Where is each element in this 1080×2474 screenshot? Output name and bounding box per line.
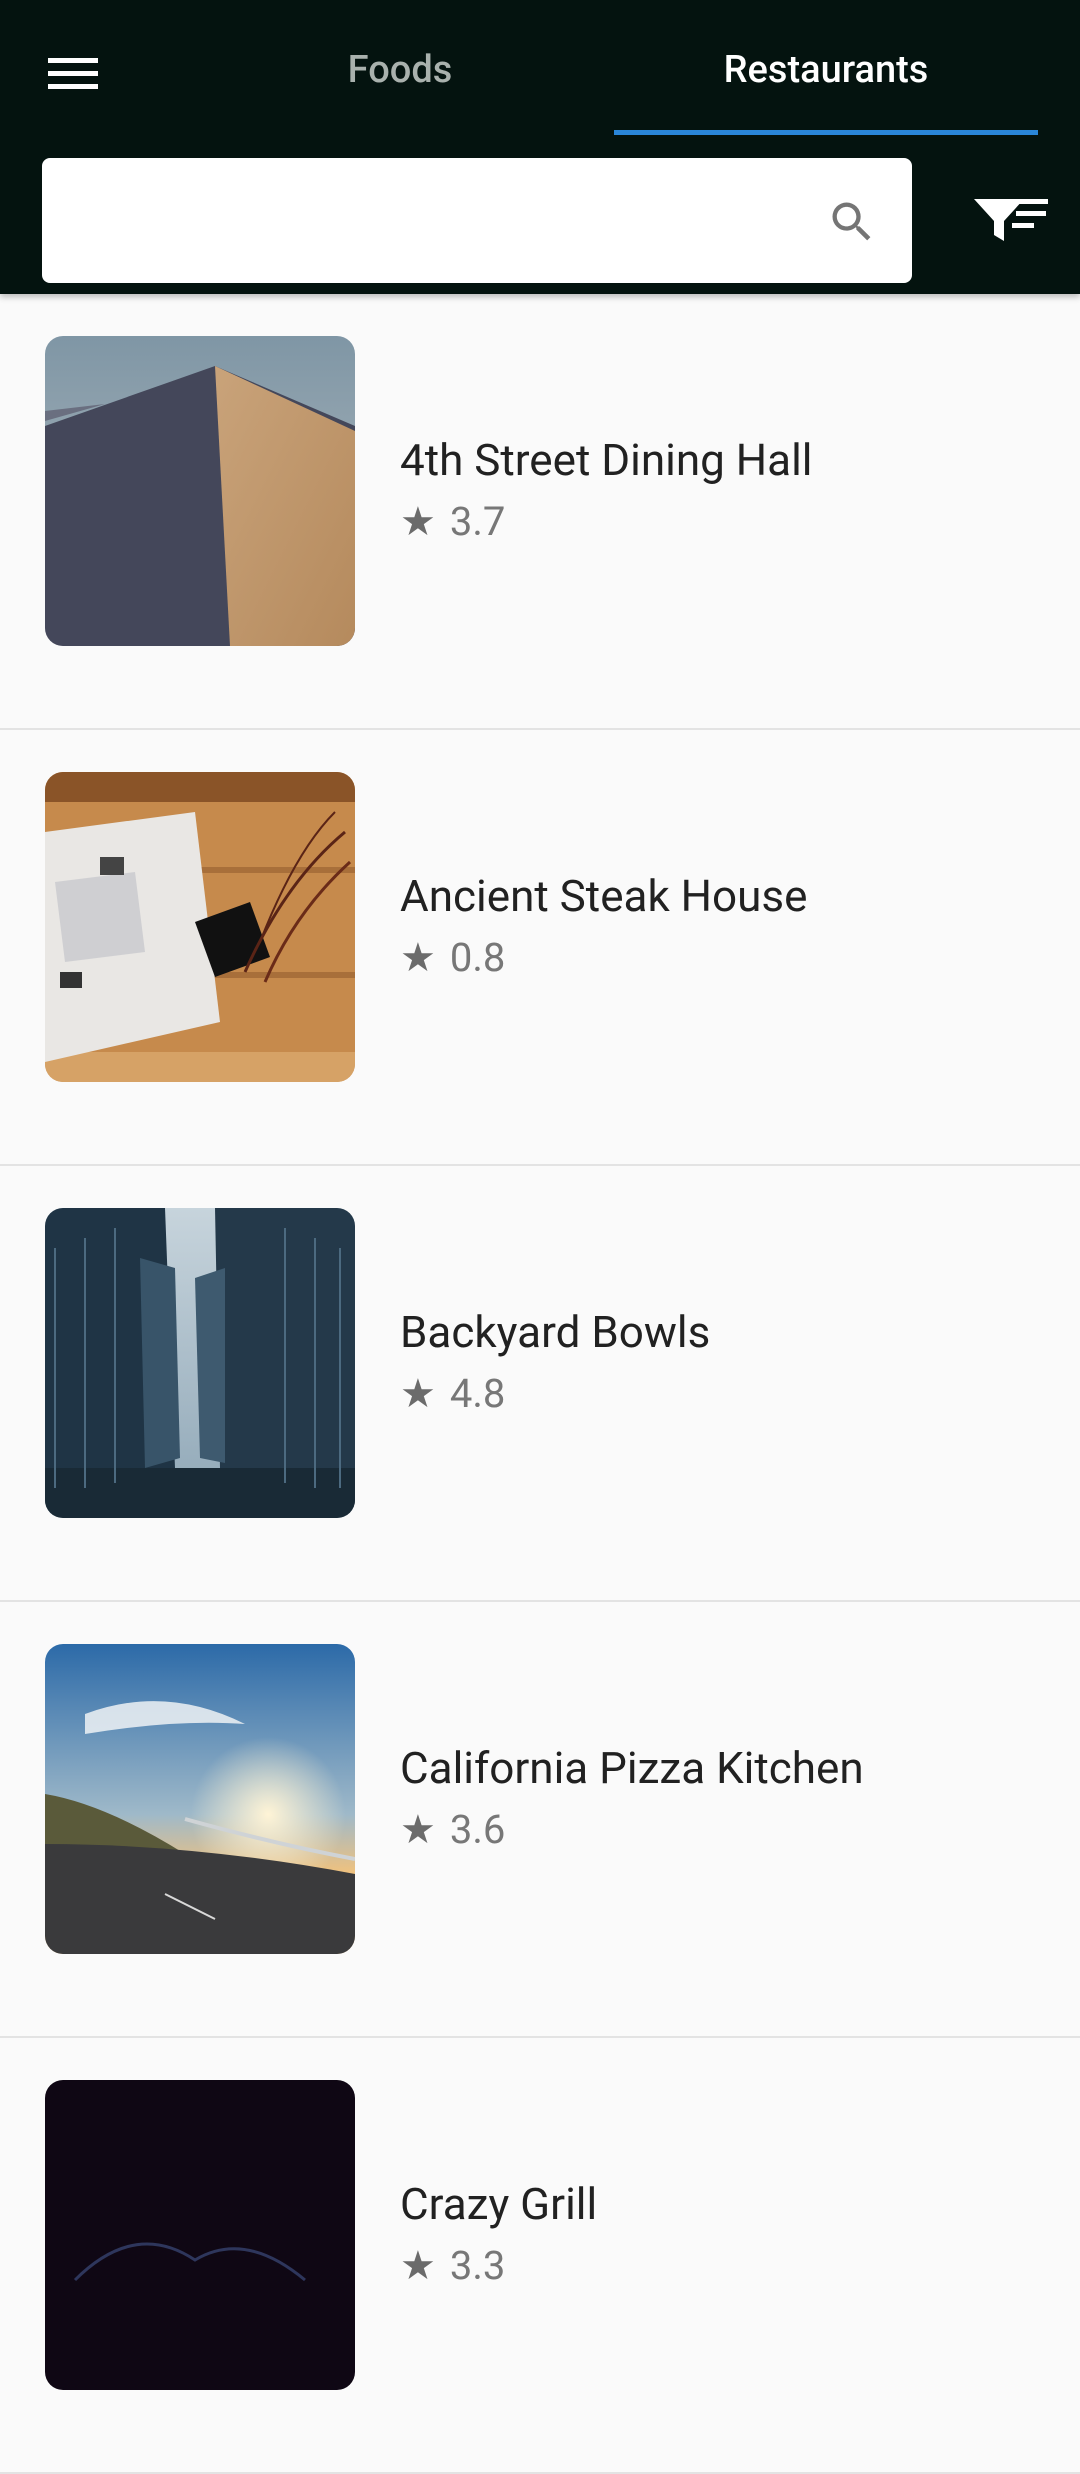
- list-item[interactable]: 4th Street Dining Hall ★ 3.7: [0, 294, 1080, 730]
- rating-value: 3.6: [449, 1806, 506, 1853]
- search-input[interactable]: [66, 158, 826, 283]
- tab-restaurants[interactable]: Restaurants: [614, 0, 1038, 140]
- restaurant-rating: ★ 0.8: [400, 934, 505, 981]
- restaurant-image: [45, 2080, 355, 2390]
- list-item[interactable]: Backyard Bowls ★ 4.8: [0, 1166, 1080, 1602]
- restaurant-name: 4th Street Dining Hall: [400, 434, 813, 486]
- rating-value: 3.3: [449, 2242, 506, 2289]
- rating-value: 0.8: [449, 934, 506, 981]
- star-icon: ★: [400, 498, 436, 545]
- search-box: [42, 158, 912, 283]
- menu-button[interactable]: [30, 38, 116, 110]
- restaurant-image: [45, 1644, 355, 1954]
- restaurant-name: Ancient Steak House: [400, 870, 808, 922]
- star-icon: ★: [400, 1370, 436, 1417]
- filter-button[interactable]: [960, 178, 1060, 262]
- star-icon: ★: [400, 934, 436, 981]
- tab-foods[interactable]: Foods: [190, 0, 610, 140]
- rating-value: 4.8: [449, 1370, 506, 1417]
- active-tab-indicator: [614, 130, 1038, 135]
- restaurant-name: California Pizza Kitchen: [400, 1742, 864, 1794]
- restaurant-name: Crazy Grill: [400, 2178, 598, 2230]
- restaurant-image: [45, 1208, 355, 1518]
- list-item[interactable]: Crazy Grill ★ 3.3: [0, 2038, 1080, 2474]
- restaurant-list: 4th Street Dining Hall ★ 3.7 Ancient Ste…: [0, 294, 1080, 2474]
- restaurant-rating: ★ 4.8: [400, 1370, 505, 1417]
- star-icon: ★: [400, 1806, 436, 1853]
- restaurant-name: Backyard Bowls: [400, 1306, 711, 1358]
- list-item[interactable]: California Pizza Kitchen ★ 3.6: [0, 1602, 1080, 2038]
- list-item[interactable]: Ancient Steak House ★ 0.8: [0, 730, 1080, 1166]
- search-icon[interactable]: [826, 196, 878, 248]
- restaurant-rating: ★ 3.3: [400, 2242, 505, 2289]
- restaurant-image: [45, 772, 355, 1082]
- restaurant-image: [45, 336, 355, 646]
- hamburger-menu-icon: [48, 58, 98, 89]
- rating-value: 3.7: [449, 498, 506, 545]
- star-icon: ★: [400, 2242, 436, 2289]
- restaurant-rating: ★ 3.6: [400, 1806, 505, 1853]
- filter-funnel-icon: [974, 199, 1048, 241]
- restaurant-rating: ★ 3.7: [400, 498, 505, 545]
- app-bar: Foods Restaurants: [0, 0, 1080, 294]
